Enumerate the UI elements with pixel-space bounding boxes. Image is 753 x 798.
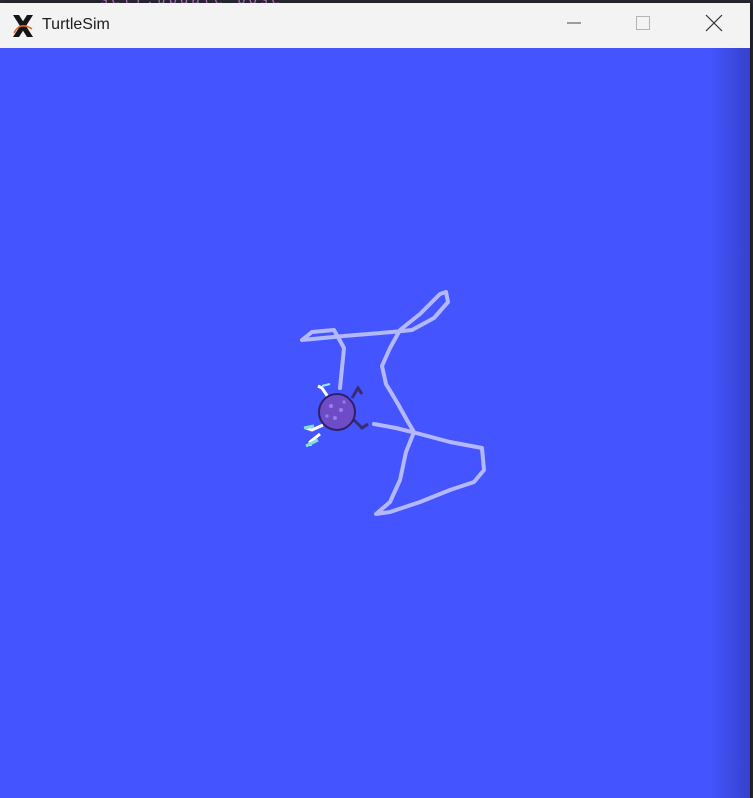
close-icon [705, 14, 723, 37]
maximize-button[interactable] [609, 3, 677, 48]
window-title: TurtleSim [42, 16, 110, 33]
x-app-icon [10, 13, 36, 39]
turtle-sprite [303, 383, 369, 448]
turtlesim-window: TurtleSim [0, 3, 750, 798]
canvas-drawing [300, 290, 486, 516]
minimize-icon [566, 15, 582, 36]
close-button[interactable] [680, 3, 748, 48]
maximize-icon [635, 15, 651, 36]
turtle-canvas[interactable] [0, 48, 750, 798]
title-bar[interactable]: TurtleSim [0, 3, 750, 49]
minimize-button[interactable] [540, 3, 608, 48]
